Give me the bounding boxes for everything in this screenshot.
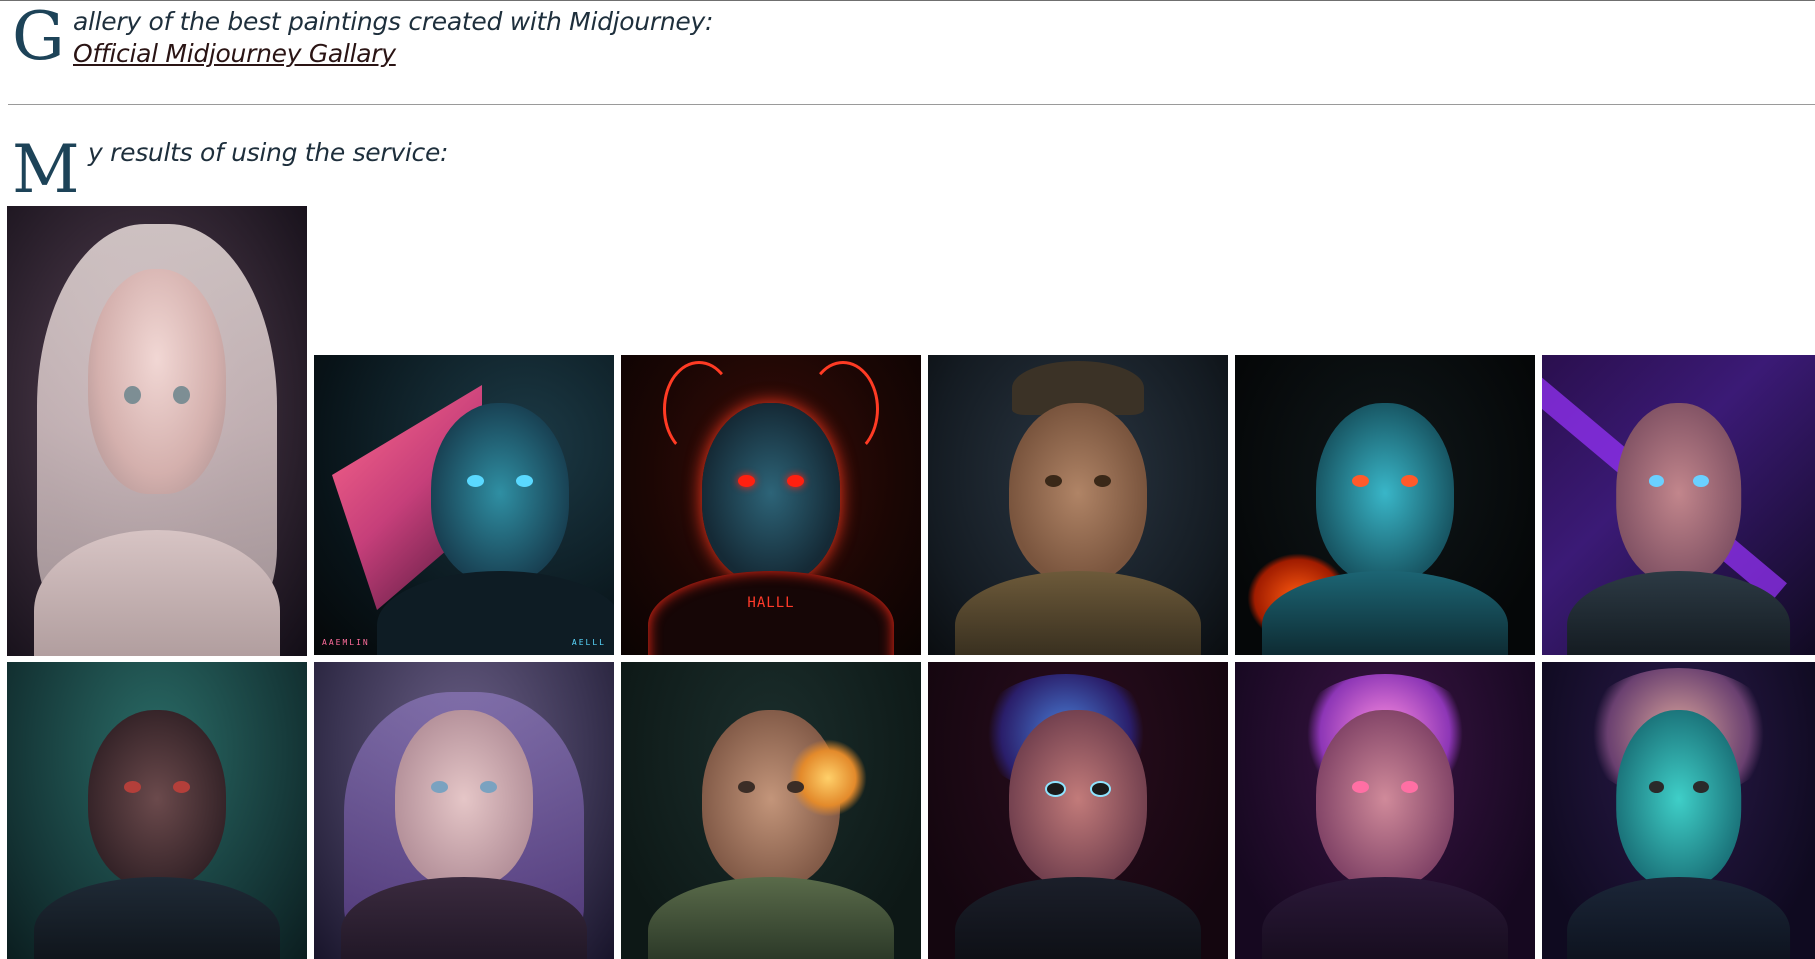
image-caption: HALLL	[747, 595, 795, 611]
gallery-image-neon-curly[interactable]	[1542, 662, 1815, 959]
shoulders-shape	[34, 876, 280, 959]
eyes-shape	[738, 475, 804, 487]
gallery-image-purple-fairy[interactable]	[314, 662, 614, 959]
gallery-image-cyborg-fire[interactable]	[1235, 355, 1535, 655]
page: G allery of the best paintings created w…	[0, 0, 1815, 959]
shoulders-shape	[1566, 876, 1791, 959]
eyes-shape	[1045, 475, 1111, 487]
eyes-shape	[1045, 781, 1111, 798]
eyes-shape	[1648, 781, 1709, 794]
skull-shape	[702, 403, 840, 583]
gallery-image-golden-headdress[interactable]	[928, 355, 1228, 655]
face-shape	[1009, 709, 1147, 889]
shoulders-shape	[648, 876, 894, 959]
shoulders-shape	[648, 571, 894, 655]
gallery-image-flower-woman[interactable]	[621, 662, 921, 959]
face-shape	[395, 709, 533, 889]
gallery-image-demon-skull[interactable]: HALLL	[621, 355, 921, 655]
results-heading: M y results of using the service:	[8, 129, 708, 208]
gallery-image-elf-girl[interactable]	[7, 206, 307, 656]
intro-text: allery of the best paintings created wit…	[73, 7, 714, 36]
face-shape	[1009, 403, 1147, 583]
divider	[8, 104, 1815, 105]
image-signature-left: AAEMLIN	[322, 638, 370, 647]
results-text: y results of using the service:	[88, 138, 449, 167]
gallery-image-angel-warrior[interactable]: AAEMLIN AELLL	[314, 355, 614, 655]
gallery-image-neon-glasses[interactable]	[928, 662, 1228, 959]
shoulders-shape	[955, 571, 1201, 655]
face-shape	[431, 403, 569, 583]
dropcap-m: M	[12, 131, 80, 208]
eyes-shape	[467, 475, 533, 487]
flower-shape	[789, 739, 867, 817]
face-shape	[1615, 403, 1742, 583]
official-gallery-link[interactable]: Official Midjourney Gallary	[73, 39, 396, 68]
gallery-image-cyberpunk-visor[interactable]	[1542, 355, 1815, 655]
eyes-shape	[1648, 475, 1709, 487]
eyes-shape	[124, 386, 190, 404]
eyes-shape	[738, 781, 804, 794]
face-shape	[88, 269, 226, 494]
face-shape	[88, 709, 226, 889]
face-shape	[1615, 709, 1742, 889]
gallery-intro: G allery of the best paintings created w…	[8, 1, 908, 79]
eyes-shape	[1352, 781, 1418, 794]
face-shape	[1316, 709, 1454, 889]
gallery-image-teal-cyborg[interactable]	[7, 662, 307, 959]
eyes-shape	[1352, 475, 1418, 487]
image-signature-right: AELLL	[571, 638, 606, 647]
shoulders-shape	[955, 876, 1201, 959]
gallery-image-neon-profile[interactable]	[1235, 662, 1535, 959]
dropcap-g: G	[12, 0, 65, 75]
eyes-shape	[431, 781, 497, 794]
face-shape	[1316, 403, 1454, 583]
eyes-shape	[124, 781, 190, 794]
shoulders-shape	[1262, 876, 1508, 959]
